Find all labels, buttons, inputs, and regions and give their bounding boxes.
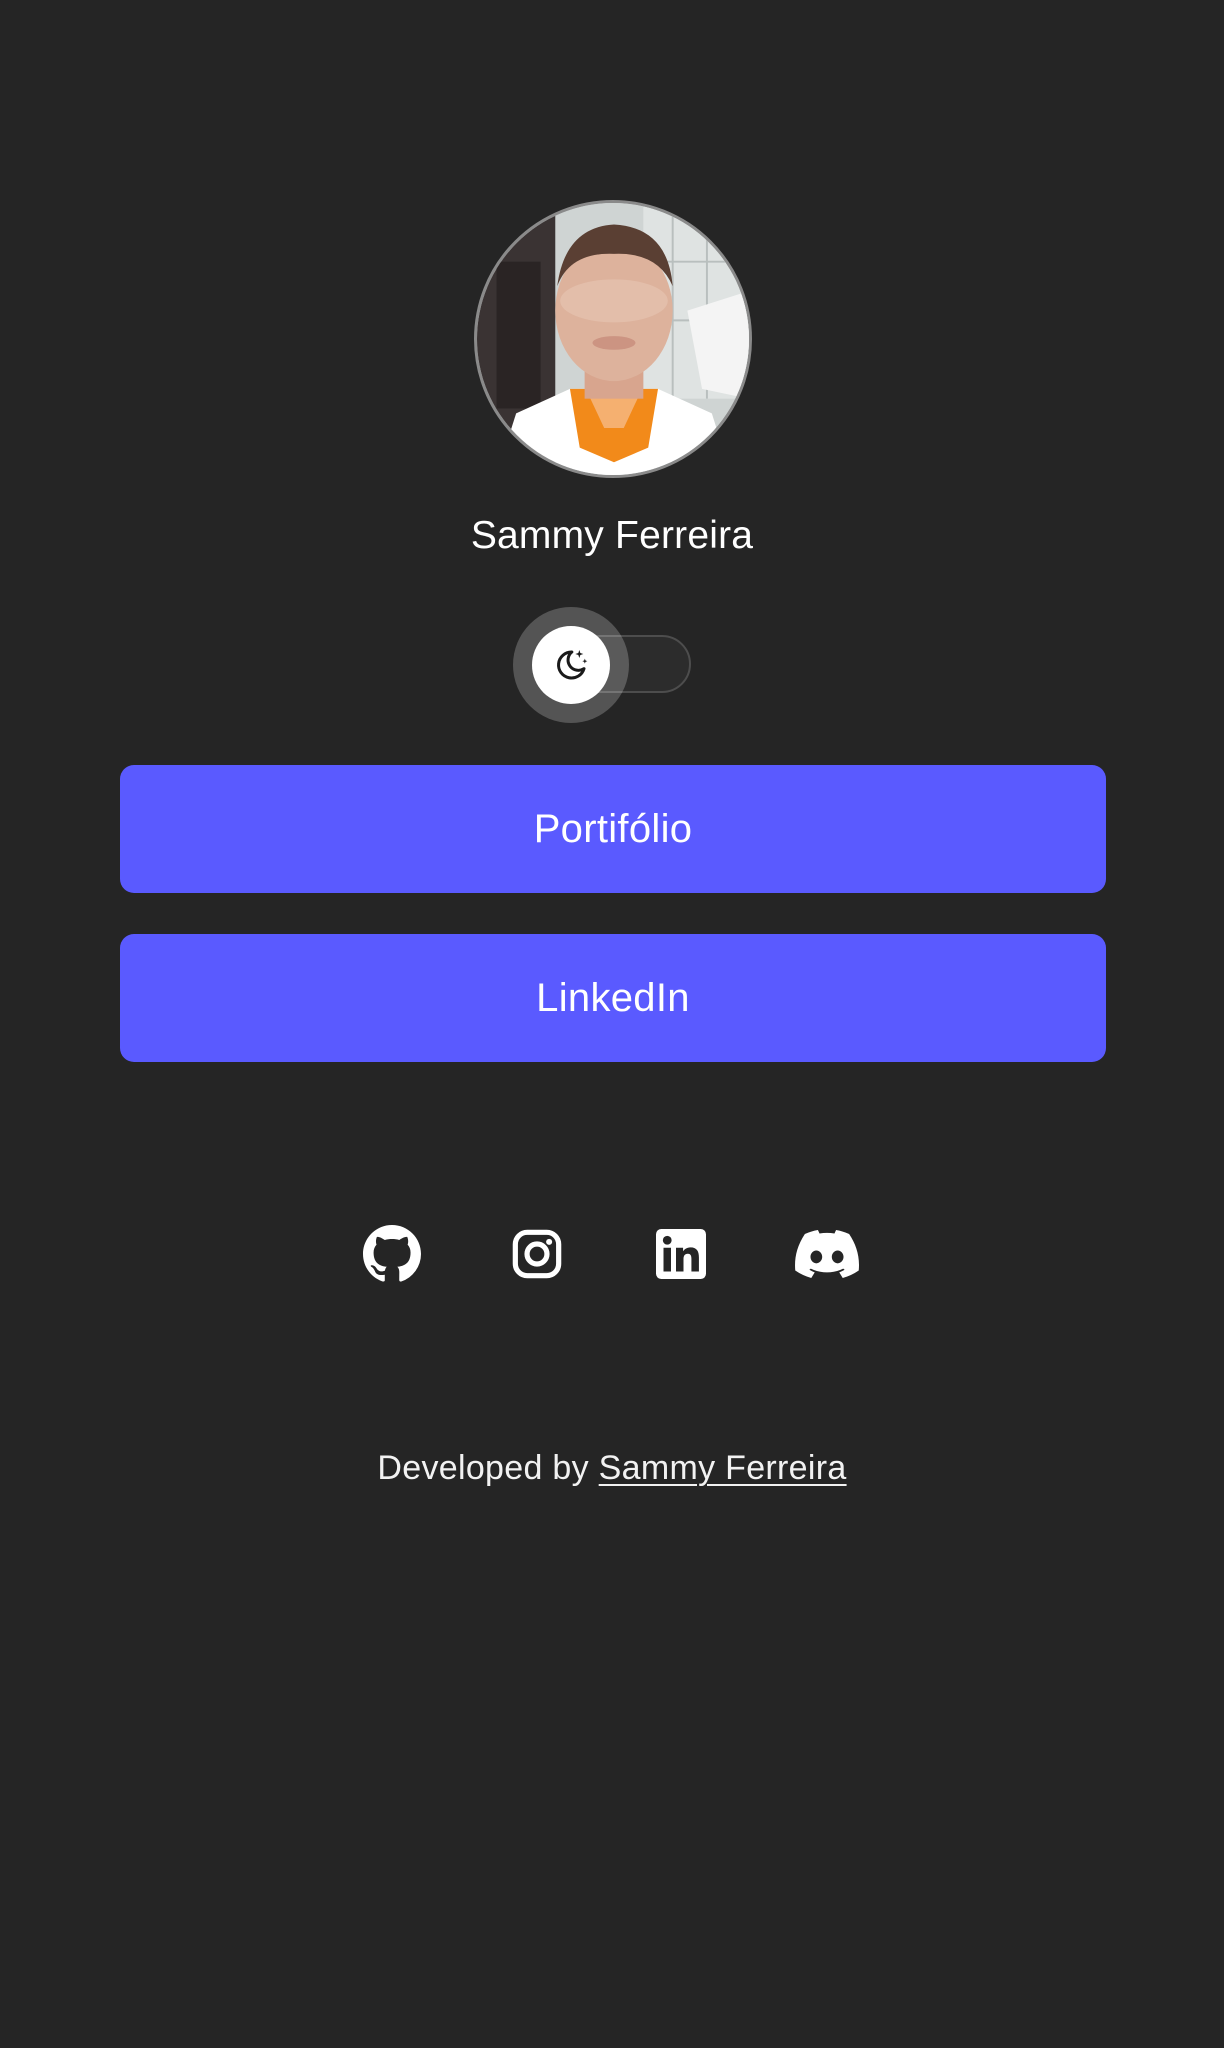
profile-name: Sammy Ferreira xyxy=(470,514,754,557)
footer-author-link[interactable]: Sammy Ferreira xyxy=(599,1449,847,1487)
avatar xyxy=(474,200,752,478)
instagram-icon xyxy=(512,1229,562,1279)
moon-stars-icon xyxy=(557,650,588,680)
instagram-link[interactable] xyxy=(504,1221,570,1287)
toggle-knob[interactable] xyxy=(532,626,610,704)
linkedin-button[interactable]: LinkedIn xyxy=(120,934,1106,1062)
discord-link[interactable] xyxy=(794,1221,860,1287)
linkedin-link[interactable] xyxy=(648,1221,714,1287)
social-links xyxy=(0,1221,1224,1287)
portfolio-button[interactable]: Portifólio xyxy=(120,765,1106,893)
github-link[interactable] xyxy=(359,1221,425,1287)
theme-toggle[interactable] xyxy=(513,607,693,723)
discord-icon xyxy=(795,1230,859,1278)
footer-prefix: Developed by xyxy=(377,1449,599,1487)
linkedin-icon xyxy=(656,1229,706,1279)
footer: Developed by Sammy Ferreira xyxy=(0,1446,1224,1490)
avatar-photo xyxy=(477,203,749,475)
github-icon xyxy=(363,1225,421,1282)
